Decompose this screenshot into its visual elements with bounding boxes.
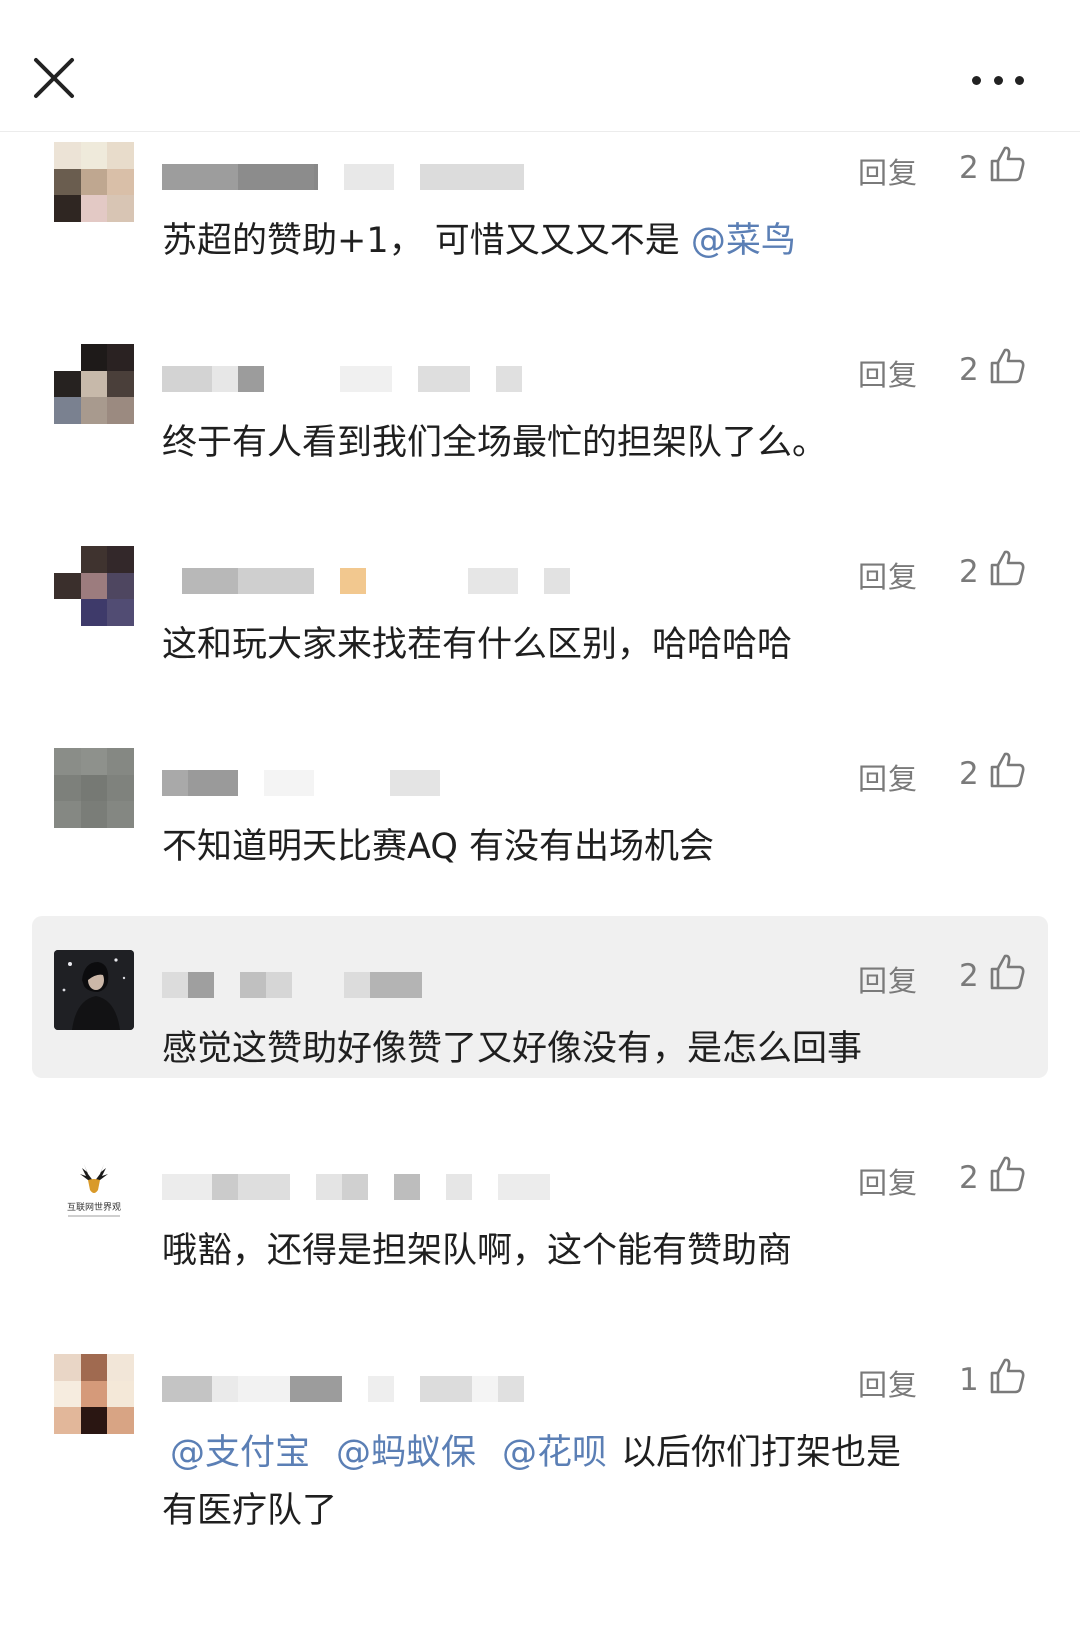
comment-text: 这和玩大家来找茬有什么区别，哈哈哈哈 bbox=[162, 625, 793, 665]
like-count: 2 bbox=[959, 756, 979, 792]
thumbs-up-icon[interactable] bbox=[988, 346, 1026, 386]
thumbs-up-icon[interactable] bbox=[988, 1154, 1026, 1194]
like-count: 2 bbox=[959, 958, 979, 994]
comment-text: 哦豁，还得是担架队啊，这个能有赞助商 bbox=[162, 1231, 793, 1271]
mention-link[interactable]: @蚂蚁保 bbox=[336, 1433, 476, 1473]
comment-text: @支付宝 @蚂蚁保 @花呗 以后你们打架也是 有医疗队了 bbox=[162, 1433, 902, 1531]
reply-button[interactable]: 回复 bbox=[858, 756, 918, 798]
thumbs-up-icon[interactable] bbox=[988, 750, 1026, 790]
avatar[interactable] bbox=[54, 142, 134, 222]
reply-button[interactable]: 回复 bbox=[858, 1160, 918, 1202]
username-blurred[interactable] bbox=[162, 972, 422, 1006]
avatar[interactable] bbox=[54, 1354, 134, 1434]
comment-text: 不知道明天比赛AQ 有没有出场机会 bbox=[162, 827, 715, 867]
person-photo-icon bbox=[54, 950, 134, 1030]
reply-button[interactable]: 回复 bbox=[858, 150, 918, 192]
reply-button[interactable]: 回复 bbox=[858, 554, 918, 596]
avatar[interactable] bbox=[54, 344, 134, 424]
like-count: 2 bbox=[959, 150, 979, 186]
top-bar bbox=[0, 0, 1080, 132]
mention-link[interactable]: @花呗 bbox=[502, 1433, 607, 1473]
thumbs-up-icon[interactable] bbox=[988, 144, 1026, 184]
deer-logo-icon: 互联网世界观 bbox=[67, 1164, 121, 1217]
close-icon bbox=[34, 58, 74, 98]
reply-button[interactable]: 回复 bbox=[858, 1362, 918, 1404]
like-count: 2 bbox=[959, 1160, 979, 1196]
thumbs-up-icon[interactable] bbox=[988, 1356, 1026, 1396]
avatar[interactable]: 互联网世界观 bbox=[54, 1152, 134, 1232]
thumbs-up-icon[interactable] bbox=[988, 548, 1026, 588]
comment-text: 终于有人看到我们全场最忙的担架队了么。 bbox=[162, 423, 828, 463]
reply-button[interactable]: 回复 bbox=[858, 958, 918, 1000]
like-count: 1 bbox=[959, 1362, 979, 1398]
more-horizontal-icon bbox=[972, 75, 981, 85]
comment-text: 感觉这赞助好像赞了又好像没有，是怎么回事 bbox=[162, 1029, 863, 1069]
like-count: 2 bbox=[959, 554, 979, 590]
mention-link[interactable]: @支付宝 bbox=[170, 1433, 310, 1473]
username-blurred[interactable] bbox=[162, 164, 524, 198]
username-blurred[interactable] bbox=[162, 568, 570, 602]
thumbs-up-icon[interactable] bbox=[988, 952, 1026, 992]
avatar[interactable] bbox=[54, 950, 134, 1030]
avatar-logo-text: 互联网世界观 bbox=[67, 1201, 121, 1213]
mention-link[interactable]: @菜鸟 bbox=[691, 221, 796, 261]
avatar[interactable] bbox=[54, 748, 134, 828]
comment-text: 苏超的赞助+1， 可惜又又又不是 @菜鸟 bbox=[162, 221, 796, 261]
username-blurred[interactable] bbox=[162, 770, 440, 804]
reply-button[interactable]: 回复 bbox=[858, 352, 918, 394]
avatar[interactable] bbox=[54, 546, 134, 626]
username-blurred[interactable] bbox=[162, 1376, 524, 1410]
close-button[interactable] bbox=[30, 54, 78, 102]
username-blurred[interactable] bbox=[162, 366, 522, 400]
username-blurred[interactable] bbox=[162, 1174, 550, 1208]
more-button[interactable] bbox=[968, 62, 1028, 98]
like-count: 2 bbox=[959, 352, 979, 388]
